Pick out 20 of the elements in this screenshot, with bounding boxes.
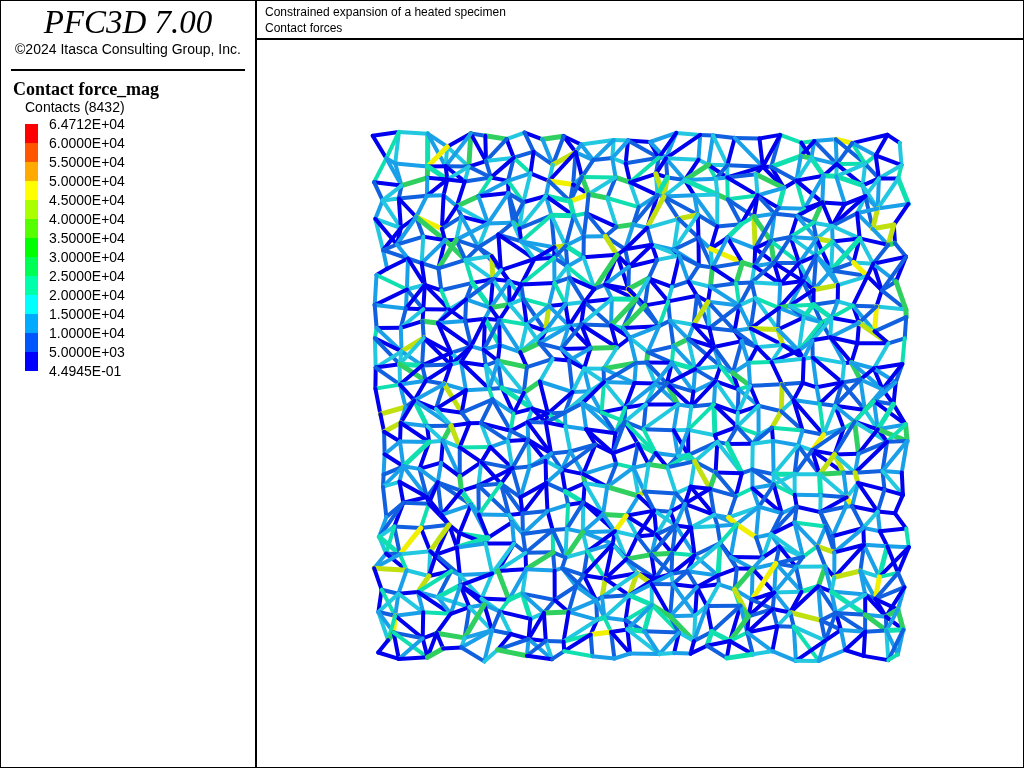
legend-value: 5.0000E+04	[49, 172, 125, 191]
legend-value: 6.4712E+04	[49, 115, 125, 134]
legend-value: 5.5000E+04	[49, 153, 125, 172]
legend-title: Contact force_mag	[13, 79, 161, 99]
legend-value: 6.0000E+04	[49, 134, 125, 153]
legend-value: 1.5000E+04	[49, 305, 125, 324]
legend-value: 5.0000E+03	[49, 343, 125, 362]
legend-value: 3.5000E+04	[49, 229, 125, 248]
legend-value: 4.0000E+04	[49, 210, 125, 229]
legend-value: 4.4945E-01	[49, 362, 123, 381]
copyright-text: ©2024 Itasca Consulting Group, Inc.	[15, 41, 241, 57]
legend-value: 1.0000E+04	[49, 324, 125, 343]
product-title: PFC3D 7.00	[43, 3, 213, 41]
legend-value: 2.5000E+04	[49, 267, 125, 286]
legend-value: 3.0000E+04	[49, 248, 125, 267]
legend-subtitle: Contacts (8432)	[25, 99, 126, 115]
legend-value: 4.5000E+04	[49, 191, 125, 210]
plot-title: Constrained expansion of a heated specimen	[265, 4, 507, 20]
plot-title: Contact forces	[265, 20, 344, 36]
legend-value: 2.0000E+04	[49, 286, 125, 305]
